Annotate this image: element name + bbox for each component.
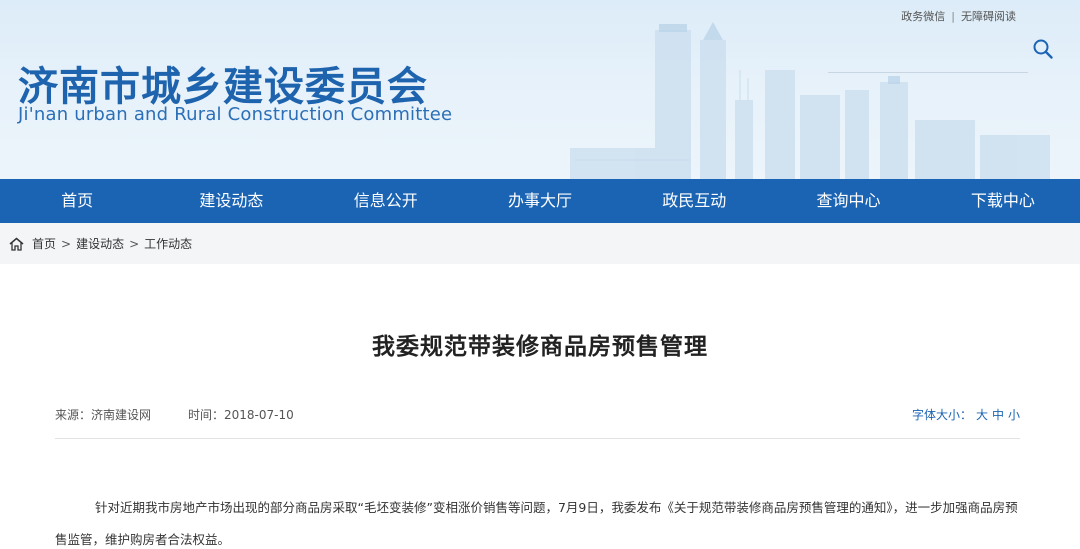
home-icon: [9, 237, 24, 251]
article-source: 来源：济南建设网: [55, 408, 152, 422]
nav-item-download-center[interactable]: 下载中心: [926, 179, 1080, 223]
main-nav: 首页 建设动态 信息公开 办事大厅 政民互动 查询中心 下载中心: [0, 179, 1080, 223]
font-size-label: 字体大小：: [911, 408, 972, 422]
breadcrumb-separator: >: [129, 236, 140, 251]
nav-item-query-center[interactable]: 查询中心: [771, 179, 925, 223]
font-size-control: 字体大小： 大中小: [912, 406, 1020, 423]
nav-item-home[interactable]: 首页: [0, 179, 154, 223]
nav-item-info-disclosure[interactable]: 信息公开: [309, 179, 463, 223]
breadcrumb-work-news[interactable]: 工作动态: [144, 235, 192, 252]
search-icon[interactable]: [1032, 38, 1054, 60]
meta-divider: [55, 438, 1020, 439]
breadcrumb-home[interactable]: 首页: [32, 235, 56, 252]
accessibility-link[interactable]: 无障碍阅读: [961, 10, 1016, 23]
top-link-separator: |: [951, 10, 955, 23]
nav-item-service-hall[interactable]: 办事大厅: [463, 179, 617, 223]
nav-item-interaction[interactable]: 政民互动: [617, 179, 771, 223]
article-body: 针对近期我市房地产市场出现的部分商品房采取“毛坯变装修”变相涨价销售等问题，7月…: [55, 500, 1018, 547]
breadcrumb-separator: >: [61, 236, 72, 251]
header-banner: 济南市城乡建设委员会 Ji'nan urban and Rural Constr…: [0, 0, 1080, 179]
article-title: 我委规范带装修商品房预售管理: [372, 334, 708, 360]
nav-item-construction-news[interactable]: 建设动态: [154, 179, 308, 223]
search-input-underline[interactable]: [828, 72, 1028, 73]
wechat-link[interactable]: 政务微信: [901, 10, 945, 23]
font-size-large-button[interactable]: 大: [976, 408, 988, 422]
article-time: 时间：2018-07-10: [188, 408, 294, 422]
site-subtitle: Ji'nan urban and Rural Construction Comm…: [18, 104, 453, 125]
breadcrumb: 首页 > 建设动态 > 工作动态: [0, 223, 1080, 264]
breadcrumb-construction-news[interactable]: 建设动态: [76, 235, 124, 252]
top-links: 政务微信 | 无障碍阅读: [901, 8, 1016, 24]
font-size-small-button[interactable]: 小: [1008, 408, 1020, 422]
font-size-medium-button[interactable]: 中: [992, 408, 1004, 422]
